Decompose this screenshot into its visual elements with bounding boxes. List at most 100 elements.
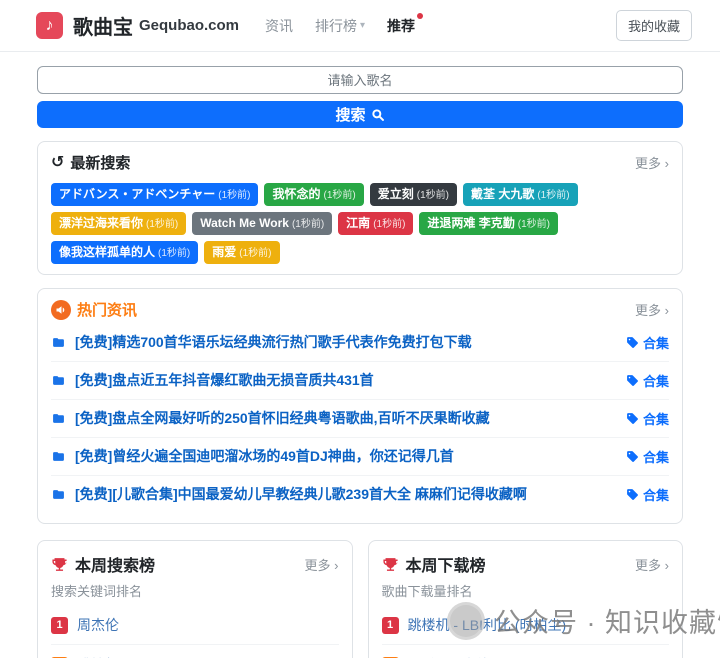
tag-icon (626, 450, 639, 463)
collection-link[interactable]: 合集 (626, 371, 669, 390)
week-download-title: 本周下载榜 (406, 552, 486, 576)
megaphone-icon (51, 300, 71, 320)
week-search-subtitle: 搜索关键词排名 (51, 581, 339, 600)
news-item[interactable]: [免费]曾经火遍全国迪吧溜冰场的49首DJ神曲，你还记得几首 合集 (51, 438, 669, 476)
news-item-link[interactable]: [免费]盘点近五年抖音爆红歌曲无损音质共431首 (75, 370, 374, 390)
rank-item[interactable]: 2跳楼机 (51, 645, 339, 658)
week-search-more-link[interactable]: 更多 › (305, 555, 339, 574)
collection-label: 合集 (643, 447, 669, 466)
week-search-list: 1周杰伦2跳楼机3林俊杰4邓紫棋 (51, 605, 339, 658)
search-tag-time: (1秒前) (239, 248, 271, 259)
song-search-input[interactable] (37, 66, 683, 94)
tag-icon (626, 336, 639, 349)
collection-label: 合集 (643, 333, 669, 352)
search-tag[interactable]: 像我这样孤单的人(1秒前) (51, 241, 198, 264)
week-search-title: 本周搜索榜 (75, 552, 155, 576)
collection-link[interactable]: 合集 (626, 485, 669, 504)
search-tag-text: 我怀念的 (272, 187, 320, 201)
tag-icon (626, 488, 639, 501)
collection-label: 合集 (643, 485, 669, 504)
hot-news-card: 热门资讯 更多 › [免费]精选700首华语乐坛经典流行热门歌手代表作免费打包下… (37, 288, 683, 524)
search-tag-text: アドバンス・アドベンチャー (59, 187, 215, 201)
search-tag[interactable]: 漂洋过海来看你(1秒前) (51, 212, 186, 235)
search-tag-time: (1秒前) (292, 219, 324, 230)
news-item[interactable]: [免费][儿歌合集]中国最爱幼儿早教经典儿歌239首大全 麻麻们记得收藏啊 合集 (51, 476, 669, 513)
main-nav: 资讯 排行榜 ▾ 推荐 (265, 16, 415, 36)
search-tag[interactable]: 戴荃 大九歌(1秒前) (463, 183, 578, 206)
hot-news-list: [免费]精选700首华语乐坛经典流行热门歌手代表作免费打包下载合集[免费]盘点近… (51, 324, 669, 513)
week-search-panel: 本周搜索榜 更多 › 搜索关键词排名 1周杰伦2跳楼机3林俊杰4邓紫棋 (37, 540, 353, 658)
tag-icon (626, 374, 639, 387)
news-item-link[interactable]: [免费][儿歌合集]中国最爱幼儿早教经典儿歌239首大全 麻麻们记得收藏啊 (75, 484, 527, 504)
collection-link[interactable]: 合集 (626, 447, 669, 466)
search-tag[interactable]: Watch Me Work(1秒前) (192, 212, 332, 235)
search-tag[interactable]: アドバンス・アドベンチャー(1秒前) (51, 183, 258, 206)
nav-item-label: 推荐 (387, 16, 415, 36)
news-item[interactable]: [免费]盘点近五年抖音爆红歌曲无损音质共431首 合集 (51, 362, 669, 400)
week-download-more-link[interactable]: 更多 › (635, 555, 669, 574)
folder-icon (51, 336, 66, 349)
search-tag-text: Watch Me Work (200, 216, 289, 230)
collection-label: 合集 (643, 409, 669, 428)
search-tag-text: 江南 (346, 216, 370, 230)
music-note-icon: ♪ (46, 17, 54, 35)
site-domain: Gequbao.com (139, 17, 239, 34)
rank-item-link[interactable]: 跳楼机 - LBI利比 (时柏尘) (408, 615, 567, 635)
search-tag[interactable]: 进退两难 李克勤 (1秒前) (419, 212, 558, 235)
nav-item-label: 资讯 (265, 16, 293, 36)
search-tag-text: 漂洋过海来看你 (59, 216, 143, 230)
search-tag-text: 像我这样孤单的人 (59, 245, 155, 259)
collection-label: 合集 (643, 371, 669, 390)
site-logo[interactable]: ♪ (36, 12, 63, 39)
search-tag[interactable]: 江南(1秒前) (338, 212, 413, 235)
news-item-link[interactable]: [免费]精选700首华语乐坛经典流行热门歌手代表作免费打包下载 (75, 332, 472, 352)
search-tag-time: (1秒前) (518, 219, 550, 230)
rank-item[interactable]: 1 跳楼机 - LBI利比 (时柏尘) (382, 605, 670, 645)
nav-item-recommended[interactable]: 推荐 (387, 16, 415, 36)
search-tag-text: 戴荃 大九歌 (471, 187, 534, 201)
collection-link[interactable]: 合集 (626, 333, 669, 352)
news-item-link[interactable]: [免费]盘点全网最好听的250首怀旧经典粤语歌曲,百听不厌果断收藏 (75, 408, 490, 428)
search-tag-time: (1秒前) (373, 219, 405, 230)
latest-search-more-link[interactable]: 更多 › (635, 153, 669, 172)
nav-item-rankings[interactable]: 排行榜 ▾ (315, 16, 365, 36)
week-download-subtitle: 歌曲下载量排名 (382, 581, 670, 600)
search-button[interactable]: 搜索 (37, 101, 683, 128)
header: ♪ 歌曲宝 Gequbao.com 资讯 排行榜 ▾ 推荐 我的收藏 (0, 0, 720, 52)
collection-link[interactable]: 合集 (626, 409, 669, 428)
search-icon (371, 108, 385, 122)
my-favorites-button[interactable]: 我的收藏 (616, 10, 692, 41)
news-item[interactable]: [免费]精选700首华语乐坛经典流行热门歌手代表作免费打包下载 合集 (51, 324, 669, 362)
week-download-panel: 本周下载榜 更多 › 歌曲下载量排名 1 跳楼机 - LBI利比 (时柏尘) 2稻香… (368, 540, 684, 658)
trophy-icon (382, 556, 399, 573)
latest-search-title: 最新搜索 (70, 152, 130, 173)
site-name[interactable]: 歌曲宝 (73, 11, 133, 40)
search-tag-text: 进退两难 李克勤 (427, 216, 514, 230)
trophy-icon (51, 556, 68, 573)
search-tag-time: (1秒前) (324, 190, 356, 201)
folder-icon (51, 374, 66, 387)
week-download-list: 1跳楼机 - LBI利比 (时柏尘)2稻香 - 周杰伦3搀扶 - 马健涛4唯一 … (382, 605, 670, 658)
news-item-link[interactable]: [免费]曾经火遍全国迪吧溜冰场的49首DJ神曲，你还记得几首 (75, 446, 454, 466)
search-tag-time: (1秒前) (218, 190, 250, 201)
search-button-label: 搜索 (335, 104, 365, 125)
hot-news-more-link[interactable]: 更多 › (635, 300, 669, 319)
rank-item-link[interactable]: 周杰伦 (77, 615, 119, 635)
notification-dot (417, 13, 423, 19)
nav-item-label: 排行榜 (315, 16, 357, 36)
search-tag-time: (1秒前) (417, 190, 449, 201)
search-tag-time: (1秒前) (158, 248, 190, 259)
news-item[interactable]: [免费]盘点全网最好听的250首怀旧经典粤语歌曲,百听不厌果断收藏 合集 (51, 400, 669, 438)
rank-badge: 1 (382, 617, 399, 634)
search-tag-text: 爱立刻 (378, 187, 414, 201)
tag-icon (626, 412, 639, 425)
rank-item[interactable]: 1 周杰伦 (51, 605, 339, 645)
nav-item-news[interactable]: 资讯 (265, 16, 293, 36)
search-tag[interactable]: 雨爱(1秒前) (204, 241, 279, 264)
hot-news-title: 热门资讯 (77, 299, 137, 320)
rank-badge: 1 (51, 617, 68, 634)
rank-item[interactable]: 2稻香 - 周杰伦 (382, 645, 670, 658)
search-tag[interactable]: 爱立刻(1秒前) (370, 183, 457, 206)
latest-search-card: ↺ 最新搜索 更多 › アドバンス・アドベンチャー(1秒前)我怀念的(1秒前)爱… (37, 141, 683, 275)
search-tag[interactable]: 我怀念的 (1秒前) (264, 183, 363, 206)
